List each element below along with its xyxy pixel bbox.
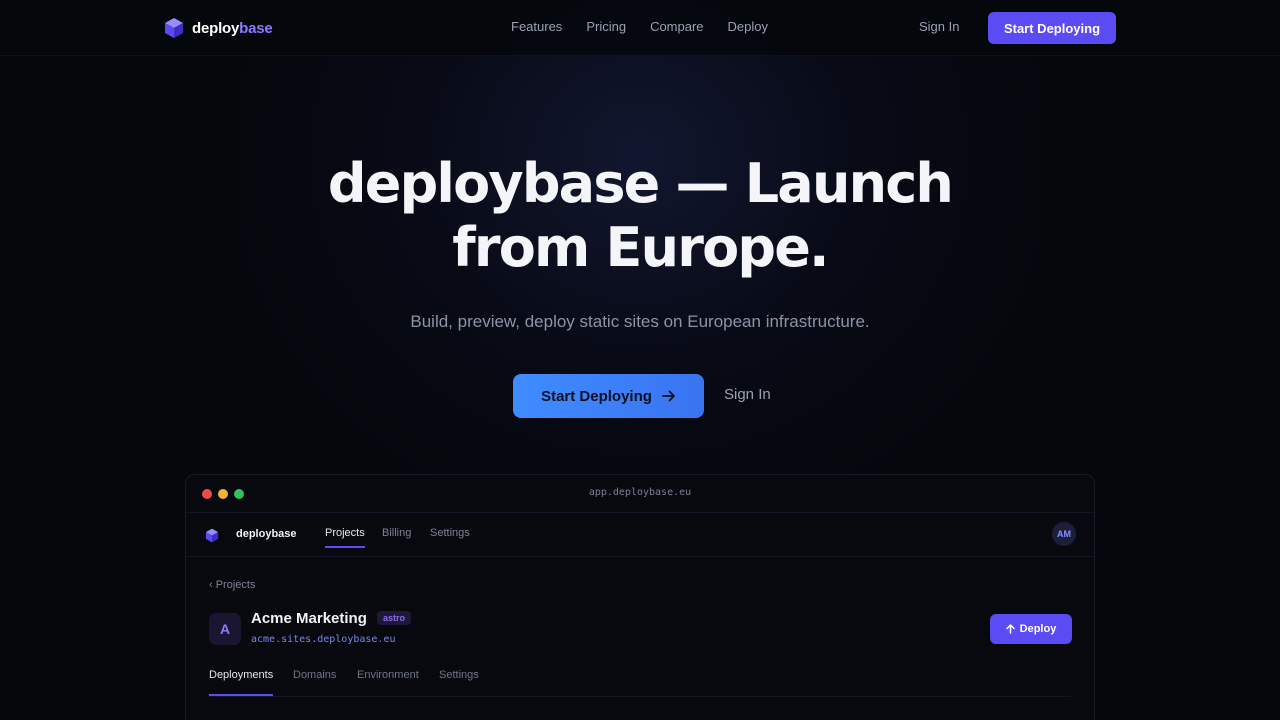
subtab-divider bbox=[209, 696, 1071, 697]
nav-link-pricing[interactable]: Pricing bbox=[586, 19, 626, 34]
nav-link-deploy[interactable]: Deploy bbox=[728, 19, 768, 34]
app-preview-window: app.deploybase.eu deploybase Projects Bi… bbox=[185, 474, 1095, 720]
subtab-deployments[interactable]: Deployments bbox=[209, 669, 273, 681]
framework-badge: astro bbox=[377, 611, 412, 625]
subtab-domains[interactable]: Domains bbox=[293, 669, 336, 681]
hero-signin-link[interactable]: Sign In bbox=[724, 386, 771, 403]
user-avatar[interactable]: AM bbox=[1052, 522, 1076, 546]
nav-signin-link[interactable]: Sign In bbox=[919, 19, 959, 34]
top-navigation: deploybase Features Pricing Compare Depl… bbox=[0, 0, 1280, 56]
app-tab-projects[interactable]: Projects bbox=[325, 527, 365, 539]
breadcrumb-projects[interactable]: ‹ Projects bbox=[209, 579, 255, 591]
nav-start-deploying-button[interactable]: Start Deploying bbox=[988, 12, 1116, 44]
app-brand-name: deploybase bbox=[236, 528, 297, 540]
arrow-up-icon bbox=[1005, 624, 1015, 634]
arrow-right-icon bbox=[662, 390, 675, 402]
hero-title: deploybase — Launch from Europe. bbox=[0, 152, 1280, 280]
app-cube-logo-icon bbox=[205, 528, 219, 543]
app-tab-settings[interactable]: Settings bbox=[430, 527, 470, 539]
app-tab-billing[interactable]: Billing bbox=[382, 527, 411, 539]
nav-links: Features Pricing Compare Deploy bbox=[511, 19, 768, 34]
cube-logo-icon bbox=[165, 18, 183, 38]
deploy-button[interactable]: Deploy bbox=[990, 614, 1072, 644]
app-tab-active-indicator bbox=[325, 546, 365, 548]
hero-title-line-1: deploybase — Launch bbox=[327, 152, 954, 215]
brand-name: deploybase bbox=[192, 19, 273, 37]
deploy-button-label: Deploy bbox=[1019, 623, 1057, 635]
hero-start-deploying-button[interactable]: Start Deploying bbox=[513, 374, 704, 418]
project-avatar: A bbox=[209, 613, 241, 645]
window-titlebar: app.deploybase.eu bbox=[186, 475, 1094, 513]
window-url: app.deploybase.eu bbox=[588, 487, 692, 498]
brand-logo-link[interactable]: deploybase bbox=[164, 17, 273, 39]
app-navigation: deploybase Projects Billing Settings AM bbox=[186, 513, 1094, 557]
subtab-settings[interactable]: Settings bbox=[439, 669, 479, 681]
nav-link-features[interactable]: Features bbox=[511, 19, 562, 34]
hero-subtitle: Build, preview, deploy static sites on E… bbox=[410, 312, 870, 331]
hero-cta-label: Start Deploying bbox=[541, 387, 652, 405]
subtab-environment[interactable]: Environment bbox=[357, 669, 419, 681]
project-domain-link[interactable]: acme.sites.deploybase.eu bbox=[251, 634, 396, 645]
project-name: Acme Marketing bbox=[251, 610, 367, 627]
hero-title-line-2: from Europe. bbox=[452, 216, 829, 279]
nav-link-compare[interactable]: Compare bbox=[650, 19, 703, 34]
